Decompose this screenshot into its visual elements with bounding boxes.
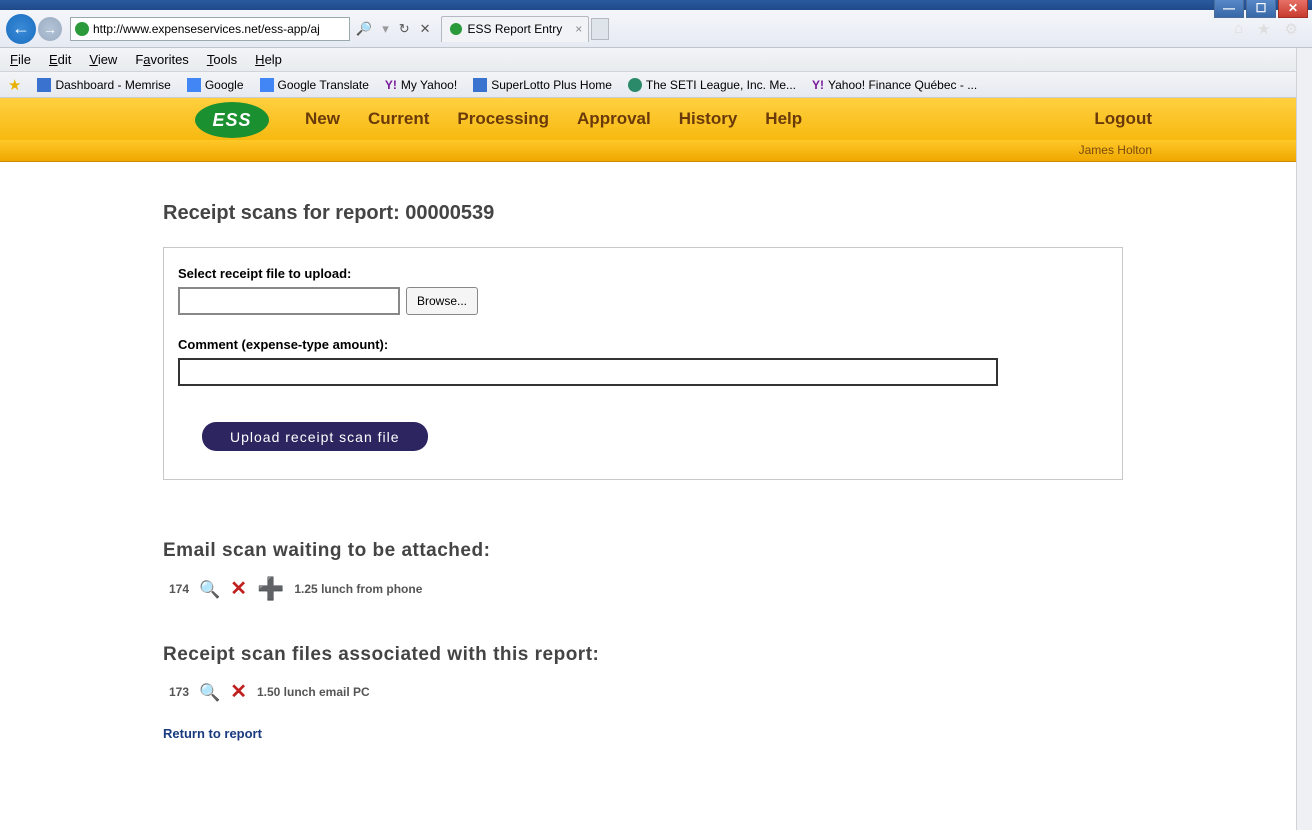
scan-id: 173 [169,685,189,699]
menu-help[interactable]: Help [255,52,282,67]
settings-icon[interactable]: ⚙ [1285,20,1298,38]
address-bar-row: ← → http://www.expenseservices.net/ess-a… [0,10,1312,48]
bookmark-item[interactable]: Y!My Yahoo! [385,78,457,92]
associated-heading: Receipt scan files associated with this … [163,644,1123,666]
maximize-button[interactable]: ☐ [1246,0,1276,18]
view-icon[interactable]: 🔍 [199,581,220,598]
minimize-button[interactable]: — [1214,0,1244,18]
back-button[interactable]: ← [6,14,36,44]
comment-label: Comment (expense-type amount): [178,337,1108,352]
nav-current[interactable]: Current [368,109,429,129]
bookmark-item[interactable]: SuperLotto Plus Home [473,78,612,92]
menu-edit[interactable]: Edit [49,52,71,67]
close-button[interactable]: ✕ [1278,0,1308,18]
menu-bar: File Edit View Favorites Tools Help [0,48,1312,72]
browse-button[interactable]: Browse... [406,287,478,315]
url-text: http://www.expenseservices.net/ess-app/a… [93,22,320,36]
nav-processing[interactable]: Processing [457,109,549,129]
app-top-nav: ESS New Current Processing Approval Hist… [0,98,1312,140]
vertical-scrollbar[interactable] [1296,48,1312,830]
browser-tab[interactable]: ESS Report Entry × [441,16,590,42]
new-tab-button[interactable] [591,18,609,40]
delete-icon[interactable]: ✕ [230,682,247,702]
bookmarks-bar: ★ Dashboard - Memrise Google Google Tran… [0,72,1312,98]
site-favicon [75,22,89,36]
menu-favorites[interactable]: Favorites [135,52,188,67]
forward-button[interactable]: → [38,17,62,41]
bookmark-item[interactable]: The SETI League, Inc. Me... [628,78,796,92]
select-file-label: Select receipt file to upload: [178,266,1108,281]
search-icon[interactable]: 🔍 [356,21,372,37]
nav-history[interactable]: History [679,109,738,129]
waiting-heading: Email scan waiting to be attached: [163,540,1123,562]
waiting-scan-row: 174 🔍 ✕ ➕ 1.25 lunch from phone [163,578,1123,600]
associated-scan-row: 173 🔍 ✕ 1.50 lunch email PC [163,682,1123,702]
comment-input[interactable] [178,358,998,386]
logout-link[interactable]: Logout [1094,109,1152,129]
tab-title: ESS Report Entry [468,22,563,36]
current-user: James Holton [1079,143,1152,157]
window-titlebar: — ☐ ✕ [0,0,1312,10]
nav-new[interactable]: New [305,109,340,129]
return-link[interactable]: Return to report [163,726,1123,741]
delete-icon[interactable]: ✕ [230,579,247,599]
bookmark-item[interactable]: Google Translate [260,78,369,92]
refresh-icon[interactable]: ↻ [399,21,410,37]
user-bar: James Holton [0,140,1312,162]
tab-favicon [450,23,462,35]
scan-id: 174 [169,582,189,596]
scan-description: 1.25 lunch from phone [294,582,422,596]
url-input[interactable]: http://www.expenseservices.net/ess-app/a… [70,17,350,41]
scan-description: 1.50 lunch email PC [257,685,370,699]
bookmark-item[interactable]: Dashboard - Memrise [37,78,170,92]
file-input[interactable] [178,287,400,315]
attach-icon[interactable]: ➕ [257,578,284,600]
page-title: Receipt scans for report: 00000539 [163,202,1123,225]
view-icon[interactable]: 🔍 [199,684,220,701]
tab-close-icon[interactable]: × [575,22,582,36]
menu-file[interactable]: File [10,52,31,67]
nav-approval[interactable]: Approval [577,109,651,129]
favorites-icon[interactable]: ★ [1257,20,1270,38]
home-icon[interactable]: ⌂ [1234,20,1243,38]
menu-view[interactable]: View [89,52,117,67]
upload-button[interactable]: Upload receipt scan file [202,422,428,451]
ess-logo: ESS [195,102,269,138]
bookmark-item[interactable]: Google [187,78,244,92]
upload-panel: Select receipt file to upload: Browse...… [163,247,1123,480]
add-favorite-icon[interactable]: ★ [8,76,21,94]
bookmark-item[interactable]: Y!Yahoo! Finance Québec - ... [812,78,977,92]
nav-help[interactable]: Help [765,109,802,129]
stop-icon[interactable]: ✕ [420,21,431,37]
menu-tools[interactable]: Tools [207,52,237,67]
